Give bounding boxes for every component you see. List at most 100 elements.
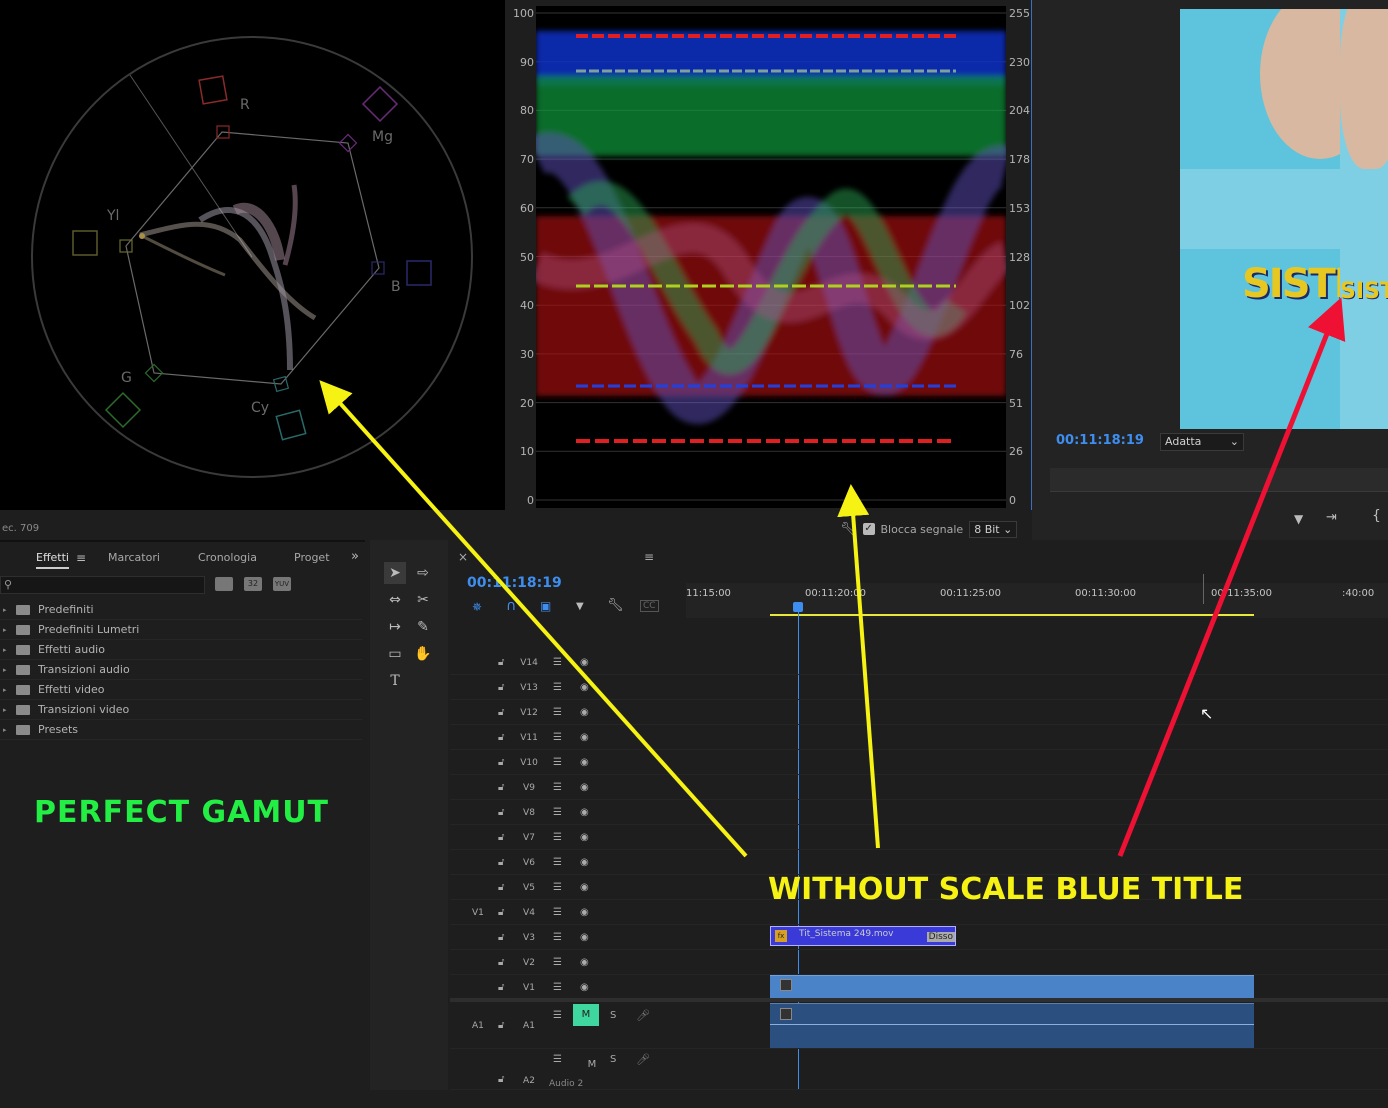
lock-icon[interactable]: 🔓︎ [498,957,504,968]
video-audio-divider[interactable] [450,998,1388,1002]
track-name[interactable]: V10 [515,758,543,768]
track-select-tool-icon[interactable]: ⇨ [412,562,434,584]
lock-icon[interactable]: 🔓︎ [498,932,504,943]
track-name[interactable]: V6 [515,858,543,868]
lock-icon[interactable]: 🔓︎ [498,907,504,918]
pen-tool-icon[interactable]: ✎ [412,616,434,638]
sync-lock-icon[interactable]: ☰ [553,682,562,693]
track-name[interactable]: V4 [515,908,543,918]
effects-search-input[interactable]: ⚲ [0,576,205,594]
slip-tool-icon[interactable]: ↦ [384,616,406,638]
effects-folder[interactable]: ▸ Presets [0,720,362,740]
video-track-row[interactable] [450,650,1388,675]
track-name[interactable]: V14 [515,658,543,668]
lock-icon[interactable]: 🔓︎ [498,1020,504,1031]
sync-lock-icon[interactable]: ☰ [553,757,562,768]
add-marker-icon[interactable]: ▼ [1294,512,1303,526]
sync-lock-icon[interactable]: ☰ [553,657,562,668]
expand-arrow-icon[interactable]: ▸ [3,666,7,674]
mark-in-icon[interactable]: { [1372,508,1381,524]
eye-icon[interactable]: ◉ [580,907,589,918]
hand-tool-icon[interactable]: ✋ [412,643,434,665]
track-name[interactable]: V8 [515,808,543,818]
eye-icon[interactable]: ◉ [580,857,589,868]
expand-arrow-icon[interactable]: ▸ [3,646,7,654]
track-name[interactable]: V1 [515,983,543,993]
bit-depth-select[interactable]: 8 Bit ⌄ [969,520,1018,538]
effects-folder[interactable]: ▸ Effetti video [0,680,362,700]
sync-lock-icon[interactable]: ☰ [553,882,562,893]
expand-arrow-icon[interactable]: ▸ [3,686,7,694]
lock-icon[interactable]: 🔓︎ [498,657,504,668]
sync-lock-icon[interactable]: ☰ [553,732,562,743]
effects-folder[interactable]: ▸ Effetti audio [0,640,362,660]
track-name[interactable]: V12 [515,708,543,718]
audio-track-name[interactable]: A1 [515,1021,543,1031]
close-icon[interactable]: × [458,550,468,564]
effects-folder[interactable]: ▸ Transizioni audio [0,660,362,680]
video-track-row[interactable] [450,675,1388,700]
eye-icon[interactable]: ◉ [580,707,589,718]
timeline-settings-icon[interactable]: 🔧︎ [607,598,624,613]
expand-arrow-icon[interactable]: ▸ [3,726,7,734]
clip-a1[interactable] [770,1003,1254,1048]
add-marker-timeline-icon[interactable]: ▼ [576,601,584,612]
eye-icon[interactable]: ◉ [580,957,589,968]
effects-folder[interactable]: ▸ Transizioni video [0,700,362,720]
fit-select[interactable]: Adatta ⌄ [1160,433,1244,451]
snap-icon[interactable]: ∩ [506,598,516,614]
solo-button[interactable]: S [610,1054,616,1065]
video-track-row[interactable] [450,825,1388,850]
clip-v1[interactable] [770,975,1254,998]
panel-overflow-icon[interactable]: » [351,549,359,564]
tab-marcatori[interactable]: Marcatori [108,551,160,564]
type-tool-icon[interactable]: T [384,670,406,692]
work-area-bar[interactable] [770,614,1254,616]
sync-lock-icon[interactable]: ☰ [553,857,562,868]
menu-icon[interactable]: ≡ [76,551,86,565]
sync-lock-icon[interactable]: ☰ [553,707,562,718]
lock-icon[interactable]: 🔓︎ [498,682,504,693]
video-track-row[interactable] [450,750,1388,775]
track-name[interactable]: V5 [515,883,543,893]
sync-lock-icon[interactable]: ☰ [553,1010,562,1021]
sync-lock-icon[interactable]: ☰ [553,832,562,843]
lock-icon[interactable]: 🔓︎ [498,882,504,893]
sync-lock-icon[interactable]: ☰ [553,782,562,793]
eye-icon[interactable]: ◉ [580,832,589,843]
source-patch-a1[interactable]: A1 [472,1021,484,1031]
eye-icon[interactable]: ◉ [580,682,589,693]
track-name[interactable]: V9 [515,783,543,793]
lock-icon[interactable]: 🔓︎ [498,1074,504,1085]
solo-button[interactable]: S [610,1010,616,1021]
clip-v3-transition[interactable]: Disso [926,932,955,942]
yuv-effects-icon[interactable]: YUV [273,577,291,591]
track-name[interactable]: V7 [515,833,543,843]
lock-icon[interactable]: 🔓︎ [498,732,504,743]
source-patch-v1[interactable]: V1 [472,908,484,918]
lock-icon[interactable]: 🔓︎ [498,707,504,718]
program-scrub-bar[interactable] [1050,468,1388,492]
track-name[interactable]: V11 [515,733,543,743]
goto-in-icon[interactable]: ⇥ [1326,510,1337,525]
eye-icon[interactable]: ◉ [580,657,589,668]
selection-tool-icon[interactable]: ➤ [384,562,406,584]
timeline-timecode[interactable]: 00:11:18:19 [467,575,562,591]
track-name[interactable]: V2 [515,958,543,968]
eye-icon[interactable]: ◉ [580,982,589,993]
sync-lock-icon[interactable]: ☰ [553,907,562,918]
eye-icon[interactable]: ◉ [580,757,589,768]
lock-icon[interactable]: 🔓︎ [498,807,504,818]
mute-button[interactable]: M [573,1004,599,1026]
captions-icon[interactable]: CC [640,600,659,612]
track-name[interactable]: V13 [515,683,543,693]
expand-arrow-icon[interactable]: ▸ [3,706,7,714]
wrench-icon[interactable]: 🔧︎ [840,522,857,537]
lock-icon[interactable]: 🔓︎ [498,982,504,993]
expand-arrow-icon[interactable]: ▸ [3,606,7,614]
razor-tool-icon[interactable]: ✂ [412,589,434,611]
tab-cronologia[interactable]: Cronologia [198,551,257,564]
program-timecode[interactable]: 00:11:18:19 [1056,433,1144,448]
sync-lock-icon[interactable]: ☰ [553,1054,562,1065]
lock-icon[interactable]: 🔓︎ [498,832,504,843]
